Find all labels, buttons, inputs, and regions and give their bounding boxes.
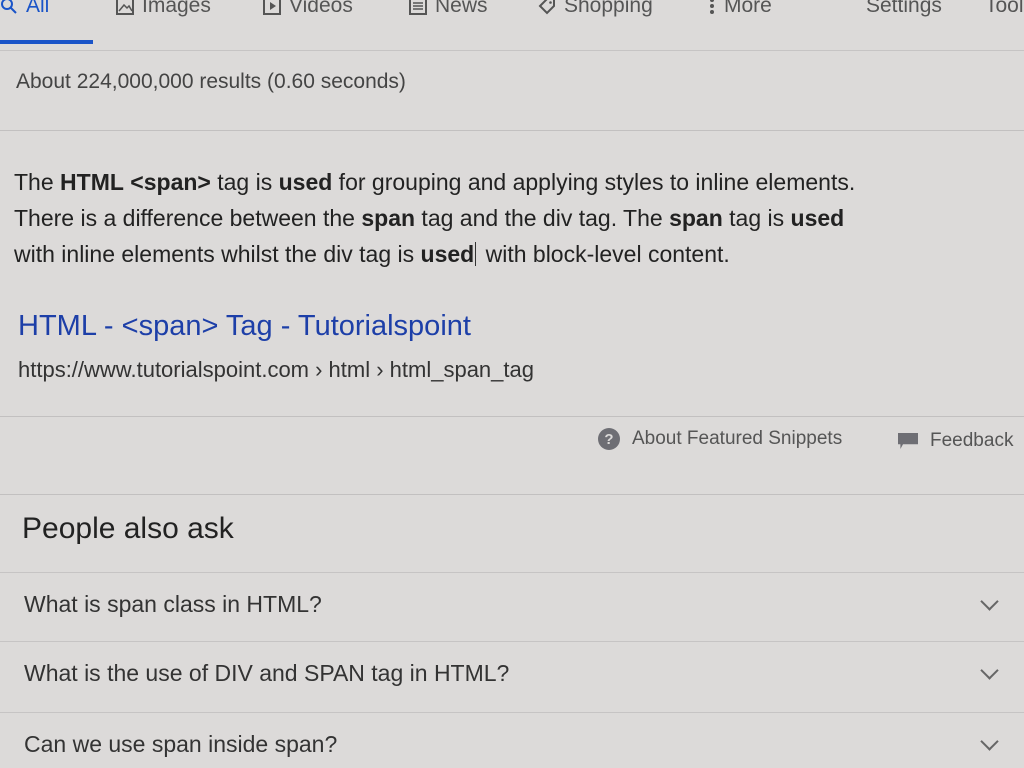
help-icon: ? [598, 428, 620, 450]
tools-label: Tools [985, 0, 1024, 17]
snippet-bold: used [278, 169, 333, 195]
snippet-line-2: There is a difference between the span t… [14, 200, 1009, 236]
text-cursor-icon [475, 242, 478, 266]
tab-shopping[interactable]: Shopping [538, 0, 653, 18]
snippet-text: There is a difference between the [14, 205, 362, 231]
divider [0, 130, 1024, 131]
tab-videos-label: Videos [289, 0, 353, 17]
search-icon [1, 0, 17, 14]
result-title-link[interactable]: HTML - <span> Tag - Tutorialspoint [18, 310, 471, 343]
snippet-line-3: with inline elements whilst the div tag … [14, 236, 1009, 272]
paa-question-row[interactable]: Can we use span inside span? [0, 712, 1024, 768]
tab-all-label: All [26, 0, 50, 17]
snippet-text: tag and the div tag. The [415, 205, 670, 231]
image-icon [116, 0, 134, 15]
paa-question-text: Can we use span inside span? [24, 731, 338, 757]
newspaper-icon [409, 0, 427, 15]
tag-icon [538, 0, 555, 15]
feedback-link[interactable]: Feedback [898, 430, 1013, 452]
tab-videos[interactable]: Videos [263, 0, 353, 18]
snippet-line-1: The HTML <span> tag is used for grouping… [14, 164, 1009, 200]
tab-images[interactable]: Images [116, 0, 211, 18]
about-featured-snippets-label: About Featured Snippets [632, 428, 843, 449]
snippet-text: tag is [210, 169, 279, 195]
tab-news-label: News [435, 0, 488, 17]
more-vertical-icon [710, 0, 714, 14]
settings-link[interactable]: Settings [866, 0, 942, 18]
tab-news[interactable]: News [409, 0, 488, 18]
paa-question-row[interactable]: What is span class in HTML? [0, 572, 1024, 641]
play-icon [263, 0, 281, 15]
snippet-text: with block-level content. [479, 241, 730, 267]
snippet-bold: used [420, 241, 475, 267]
featured-snippet-text: The HTML <span> tag is used for grouping… [14, 164, 1009, 272]
active-tab-indicator [0, 40, 93, 44]
about-featured-snippets-link[interactable]: ? About Featured Snippets [598, 428, 842, 450]
chevron-down-icon[interactable] [980, 661, 999, 680]
snippet-bold: HTML [60, 169, 124, 195]
tools-link[interactable]: Tools [985, 0, 1024, 18]
snippet-text: for grouping and applying styles to inli… [332, 169, 856, 195]
chevron-down-icon[interactable] [980, 592, 999, 611]
paa-question-row[interactable]: What is the use of DIV and SPAN tag in H… [0, 641, 1024, 710]
result-stats: About 224,000,000 results (0.60 seconds) [16, 70, 406, 93]
tab-shopping-label: Shopping [564, 0, 653, 17]
settings-label: Settings [866, 0, 942, 17]
tab-images-label: Images [142, 0, 211, 17]
snippet-text: The [14, 169, 61, 195]
snippet-bold: <span> [130, 169, 211, 195]
snippet-bold: span [361, 205, 416, 231]
result-url[interactable]: https://www.tutorialspoint.com › html › … [18, 357, 534, 383]
divider [0, 494, 1024, 495]
search-tabs-bar: All Images Videos News Shopping More Set… [0, 0, 1024, 51]
snippet-bold: span [669, 205, 723, 231]
feedback-flag-icon [898, 433, 918, 449]
divider [0, 416, 1024, 417]
paa-question-text: What is the use of DIV and SPAN tag in H… [24, 660, 510, 686]
snippet-text: tag is [722, 205, 791, 231]
tab-more[interactable]: More [708, 0, 772, 18]
snippet-text: with inline elements whilst the div tag … [14, 241, 421, 267]
tab-more-label: More [724, 0, 772, 17]
snippet-bold: used [790, 205, 845, 231]
feedback-label: Feedback [930, 430, 1014, 451]
paa-question-text: What is span class in HTML? [24, 591, 322, 617]
people-also-ask-heading: People also ask [22, 512, 234, 545]
tab-all[interactable]: All [0, 0, 49, 18]
chevron-down-icon[interactable] [980, 732, 999, 751]
